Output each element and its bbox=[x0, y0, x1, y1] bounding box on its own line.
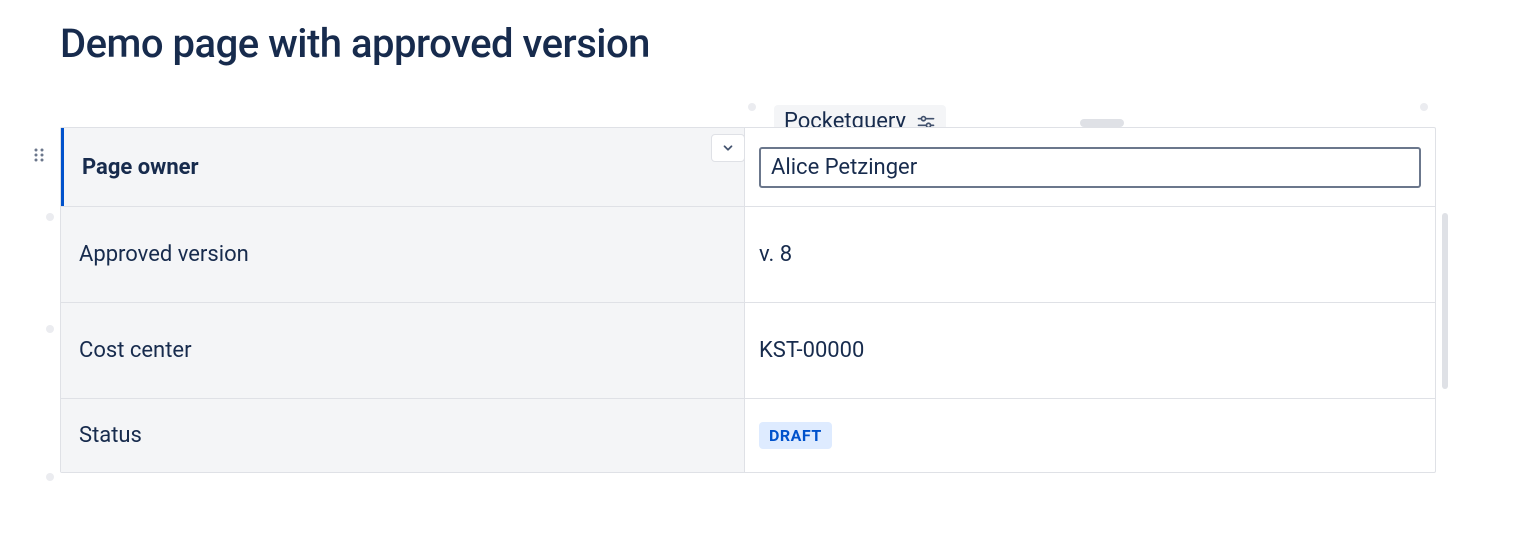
property-key[interactable]: Approved version bbox=[61, 207, 745, 302]
property-label: Approved version bbox=[79, 242, 249, 267]
property-label: Page owner bbox=[82, 155, 199, 180]
property-row-page-owner: Page owner bbox=[61, 128, 1435, 206]
insert-handle-icon[interactable] bbox=[748, 103, 756, 111]
property-key[interactable]: Cost center bbox=[61, 303, 745, 398]
property-label: Cost center bbox=[79, 338, 192, 363]
property-key[interactable]: Page owner bbox=[61, 128, 745, 206]
property-key[interactable]: Status bbox=[61, 399, 745, 472]
column-resize-handle[interactable] bbox=[1080, 119, 1124, 127]
insert-handle-icon[interactable] bbox=[46, 325, 54, 333]
property-value[interactable]: v. 8 bbox=[745, 207, 1435, 302]
property-row-cost-center: Cost center KST-00000 bbox=[61, 302, 1435, 398]
property-row-approved-version: Approved version v. 8 bbox=[61, 206, 1435, 302]
drag-handle-icon[interactable] bbox=[32, 147, 48, 163]
property-label: Status bbox=[79, 423, 142, 448]
property-value[interactable]: DRAFT bbox=[745, 399, 1435, 472]
scrollbar[interactable] bbox=[1442, 213, 1448, 389]
property-row-status: Status DRAFT bbox=[61, 398, 1435, 472]
properties-table: Page owner Approved version v. 8 bbox=[60, 127, 1436, 473]
property-value-text: v. 8 bbox=[759, 242, 792, 267]
editor-area: Pocketquery Page owner bbox=[60, 127, 1460, 473]
chevron-down-icon[interactable] bbox=[711, 134, 745, 162]
insert-handle-icon[interactable] bbox=[1420, 103, 1428, 111]
insert-handle-icon[interactable] bbox=[46, 473, 54, 481]
status-badge[interactable]: DRAFT bbox=[759, 422, 832, 449]
page-title: Demo page with approved version bbox=[60, 20, 1532, 67]
property-value[interactable]: KST-00000 bbox=[745, 303, 1435, 398]
page-owner-input[interactable] bbox=[759, 147, 1421, 188]
property-value bbox=[745, 128, 1435, 206]
property-value-text: KST-00000 bbox=[759, 338, 864, 363]
insert-handle-icon[interactable] bbox=[46, 213, 54, 221]
